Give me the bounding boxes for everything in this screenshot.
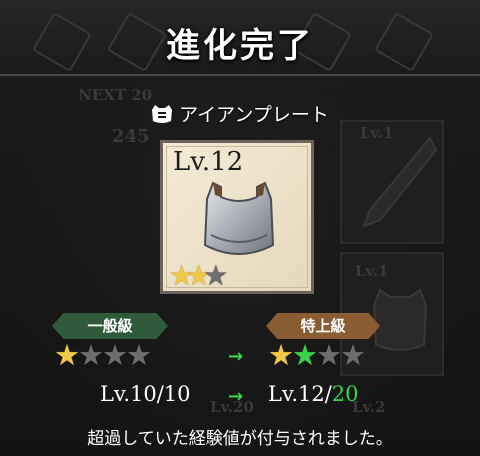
level-after: Lv.12/20 (268, 382, 359, 406)
star-icon: ★ (78, 338, 104, 372)
star-icon: ★ (292, 338, 318, 372)
star-icon: ★ (54, 338, 80, 372)
item-card: Lv.12 ★ ★ ★ (160, 140, 314, 294)
rank-badge-after: 特上級 (266, 313, 380, 339)
arrow-stars: → (228, 346, 244, 367)
breastplate-icon (203, 181, 275, 255)
bg-sword-icon (362, 136, 438, 228)
stars-after: ★ ★ ★ ★ (268, 338, 366, 372)
bg-number: 245 (112, 126, 150, 147)
level-before: Lv.10/10 (100, 382, 191, 406)
item-name: アイアンプレート (179, 104, 329, 126)
star-icon: ★ (126, 338, 152, 372)
level-after-current: Lv.12/ (268, 382, 332, 406)
stars-before: ★ ★ ★ ★ (54, 338, 152, 372)
evolution-complete-title: 進化完了 (166, 26, 314, 66)
bg-lv-right-mid: Lv.1 (355, 262, 389, 280)
star-icon: ★ (268, 338, 294, 372)
star-icon: ★ (340, 338, 366, 372)
item-card-stars: ★ ★ ★ (169, 262, 228, 290)
star-icon: ★ (102, 338, 128, 372)
arrow-level: → (228, 386, 244, 407)
rank-badge-before: 一般級 (52, 313, 168, 339)
header-divider (0, 74, 480, 76)
bg-armor-icon (372, 288, 428, 351)
star-icon: ★ (316, 338, 342, 372)
armor-icon (152, 104, 173, 123)
item-level-label: Lv.12 (173, 147, 244, 177)
exp-granted-message: 超過していた経験値が付与されました。 (87, 429, 393, 449)
card-star-icon: ★ (203, 259, 229, 292)
level-after-max: 20 (331, 382, 359, 406)
item-name-row: アイアンプレート (0, 100, 480, 127)
